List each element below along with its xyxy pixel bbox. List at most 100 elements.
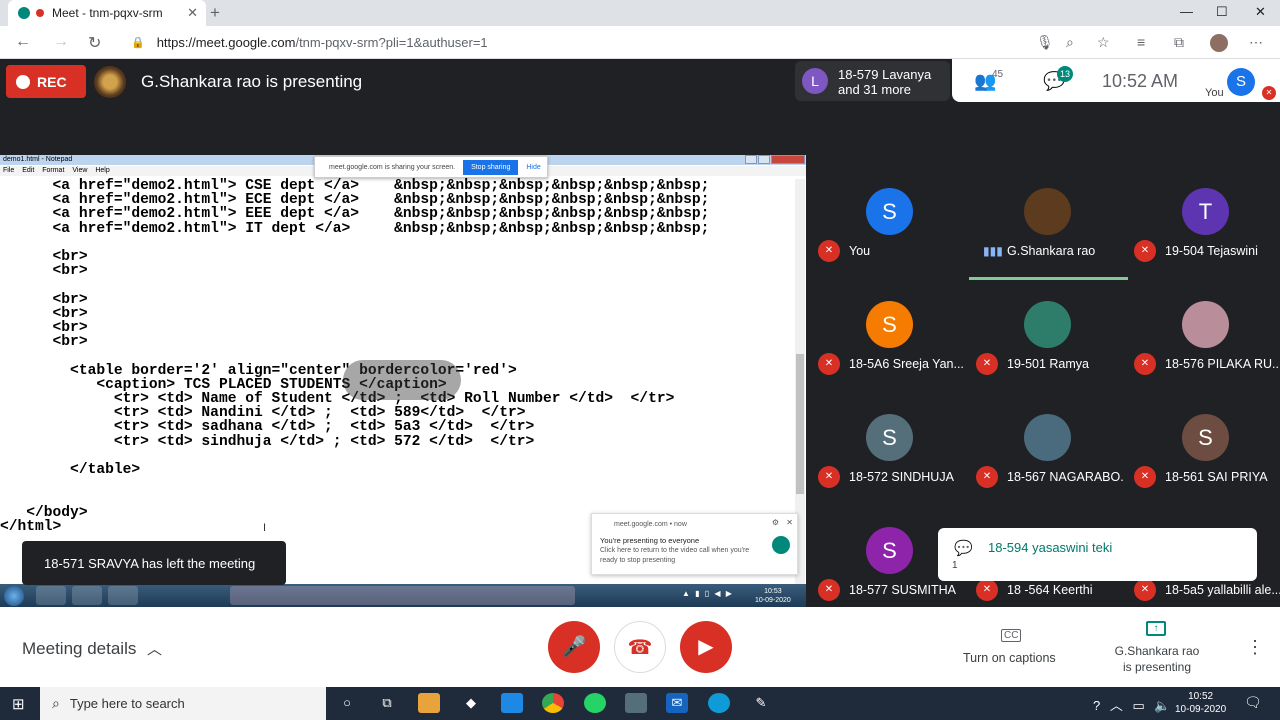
taskbar-search[interactable]: ⌕ Type here to search <box>40 687 326 720</box>
maximize-icon[interactable]: ☐ <box>1216 4 1228 20</box>
photos-icon[interactable] <box>625 693 647 713</box>
profile-avatar[interactable] <box>1210 34 1228 52</box>
settings-app-icon[interactable] <box>501 693 523 713</box>
minimize-icon[interactable]: — <box>1180 4 1193 19</box>
turn-on-captions-button[interactable]: Turn on captions <box>963 651 1056 665</box>
participant-name: G.Shankara rao <box>1007 244 1096 258</box>
system-tray-icons[interactable]: ? ︿ ▭ 🔈 <box>1093 695 1171 714</box>
microphone-icon[interactable]: 🎙 <box>1036 34 1054 51</box>
dropbox-icon[interactable]: ◆ <box>460 693 482 713</box>
participant-tile[interactable]: S ✕ 18-561 SAI PRIYA <box>1129 414 1279 510</box>
avatar <box>1024 414 1071 461</box>
speaking-icon: ▮▮▮ <box>983 244 1003 258</box>
chat-message-toast[interactable]: 💬 18-594 yasaswini teki 1 <box>938 528 1257 581</box>
participant-tile[interactable]: S ✕ You <box>813 188 963 284</box>
close-tab-icon[interactable]: ✕ <box>187 5 198 21</box>
whatsapp-icon[interactable] <box>584 693 606 713</box>
tab-title: Meet - tnm-pqxv-srm <box>52 6 163 20</box>
text-cursor-icon: I <box>263 522 267 534</box>
address-row: ← → ↻ 🔒 https://meet.google.com/tnm-pqxv… <box>0 26 1280 59</box>
url-path: /tnm-pqxv-srm?pli=1&authuser=1 <box>295 35 488 50</box>
presenter-overlay-controls[interactable] <box>343 360 461 400</box>
participant-name: You <box>849 244 871 258</box>
participant-name: 19-501 Ramya <box>1007 357 1089 371</box>
collections-icon[interactable]: ⧉ <box>1174 34 1184 51</box>
microphone-toggle-button[interactable]: 🎤 <box>548 621 600 673</box>
muted-mic-icon: ✕ <box>1134 240 1156 262</box>
participant-tile[interactable]: ✕ 18-576 PILAKA RU... <box>1129 301 1280 397</box>
refresh-icon[interactable]: ↻ <box>88 33 101 53</box>
forward-icon[interactable]: → <box>53 33 69 51</box>
windows-start-icon[interactable]: ⊞ <box>12 695 25 713</box>
avatar <box>1024 188 1071 235</box>
presenting-notification[interactable]: meet.google.com • now ⚙ ✕ You're present… <box>591 513 798 575</box>
notepad-close-icon <box>771 155 805 164</box>
zoom-icon[interactable]: ⌕ <box>1066 34 1074 51</box>
self-avatar[interactable]: S <box>1227 68 1255 96</box>
muted-mic-icon: ✕ <box>976 353 998 375</box>
self-muted-icon: ✕ <box>1262 86 1276 100</box>
chevron-up-icon[interactable]: ︿ <box>147 638 162 659</box>
presenting-text: G.Shankara rao is presenting <box>141 72 363 91</box>
participant-name: 18-5A6 Sreeja Yan... <box>849 357 964 371</box>
gear-icon[interactable]: ⚙ <box>772 518 779 527</box>
participant-tile[interactable]: ▮▮▮ G.Shankara rao <box>969 188 1128 284</box>
taskbar-preview <box>230 586 575 605</box>
more-options-icon[interactable]: ⋮ <box>1246 637 1264 658</box>
star-icon[interactable]: ☆ <box>1097 34 1110 51</box>
edge-icon[interactable] <box>708 693 730 713</box>
store-icon[interactable] <box>418 693 440 713</box>
muted-mic-icon: ✕ <box>818 240 840 262</box>
captions-icon[interactable]: CC <box>1001 629 1022 642</box>
new-tab-icon[interactable]: + <box>210 3 220 23</box>
avatar <box>1024 301 1071 348</box>
taskbar-time: 10:52 <box>1188 691 1214 702</box>
participant-name: 18-561 SAI PRIYA <box>1165 470 1268 484</box>
people-count: 45 <box>992 69 1004 80</box>
left-meeting-toast: 18-571 SRAVYA has left the meeting <box>22 541 286 585</box>
win7-start-icon <box>4 586 24 606</box>
menu-dots-icon[interactable]: ⋯ <box>1249 34 1263 51</box>
cortana-icon[interactable]: ○ <box>336 693 358 713</box>
participant-tile[interactable]: S ✕ 18-572 SINDHUJA <box>813 414 963 510</box>
address-bar[interactable]: 🔒 https://meet.google.com/tnm-pqxv-srm?p… <box>123 30 1123 55</box>
participant-name: 18-576 PILAKA RU... <box>1165 357 1280 371</box>
notification-body: Click here to return to the video call w… <box>600 547 750 564</box>
search-placeholder: Type here to search <box>69 696 185 711</box>
presenting-line-2: is presenting <box>1122 660 1192 674</box>
camera-toggle-button[interactable]: ▶ <box>680 621 732 673</box>
mail-icon[interactable]: ✉ <box>666 693 688 713</box>
joined-notification[interactable]: L 18-579 Lavanya and 31 more <box>795 61 950 101</box>
leave-call-button[interactable]: ☎ <box>614 621 666 673</box>
close-window-icon[interactable]: ✕ <box>1255 4 1266 20</box>
chat-sender: 18-594 yasaswini teki <box>988 540 1113 555</box>
action-center-icon[interactable]: 🗨 <box>1244 694 1262 711</box>
scrollbar-thumb <box>796 354 804 494</box>
back-icon[interactable]: ← <box>15 33 31 51</box>
meeting-details-button[interactable]: Meeting details <box>22 639 136 659</box>
participant-tile[interactable]: S ✕ 18-5A6 Sreeja Yan... <box>813 301 964 397</box>
favorites-icon[interactable]: ≡ <box>1137 34 1145 50</box>
participant-tile[interactable]: T ✕ 19-504 Tejaswini <box>1129 188 1279 284</box>
present-icon[interactable]: ↑ <box>1146 621 1166 636</box>
participant-name: 19-504 Tejaswini <box>1165 244 1258 258</box>
sharing-banner-text: meet.google.com is sharing your screen. <box>329 163 456 171</box>
browser-tab[interactable]: Meet - tnm-pqxv-srm ✕ <box>8 0 206 26</box>
close-icon[interactable]: ✕ <box>786 518 793 527</box>
muted-mic-icon: ✕ <box>976 466 998 488</box>
taskbar-clock[interactable]: 10:52 10-09-2020 <box>1175 690 1226 716</box>
lock-icon[interactable]: 🔒 <box>131 36 145 49</box>
win7-time: 10:53 <box>764 588 782 595</box>
chat-icon: 💬 <box>954 540 973 557</box>
chrome-icon <box>36 586 66 605</box>
chrome-icon[interactable] <box>542 693 564 713</box>
presenting-status[interactable]: G.Shankara rao is presenting <box>1114 643 1200 675</box>
participant-tile[interactable]: ✕ 18-567 NAGARABO... <box>971 414 1123 510</box>
app-icon[interactable]: ✎ <box>750 693 772 713</box>
record-dot-icon <box>16 74 30 89</box>
win7-tray-icons: ▲ ▮ ▯ ◀ ▶ <box>682 589 732 598</box>
task-view-icon[interactable]: ⧉ <box>376 693 398 713</box>
participant-tile[interactable]: ✕ 19-501 Ramya <box>971 301 1121 397</box>
joined-text: 18-579 Lavanya and 31 more <box>838 67 931 97</box>
notepad-maximize-icon <box>758 155 770 164</box>
